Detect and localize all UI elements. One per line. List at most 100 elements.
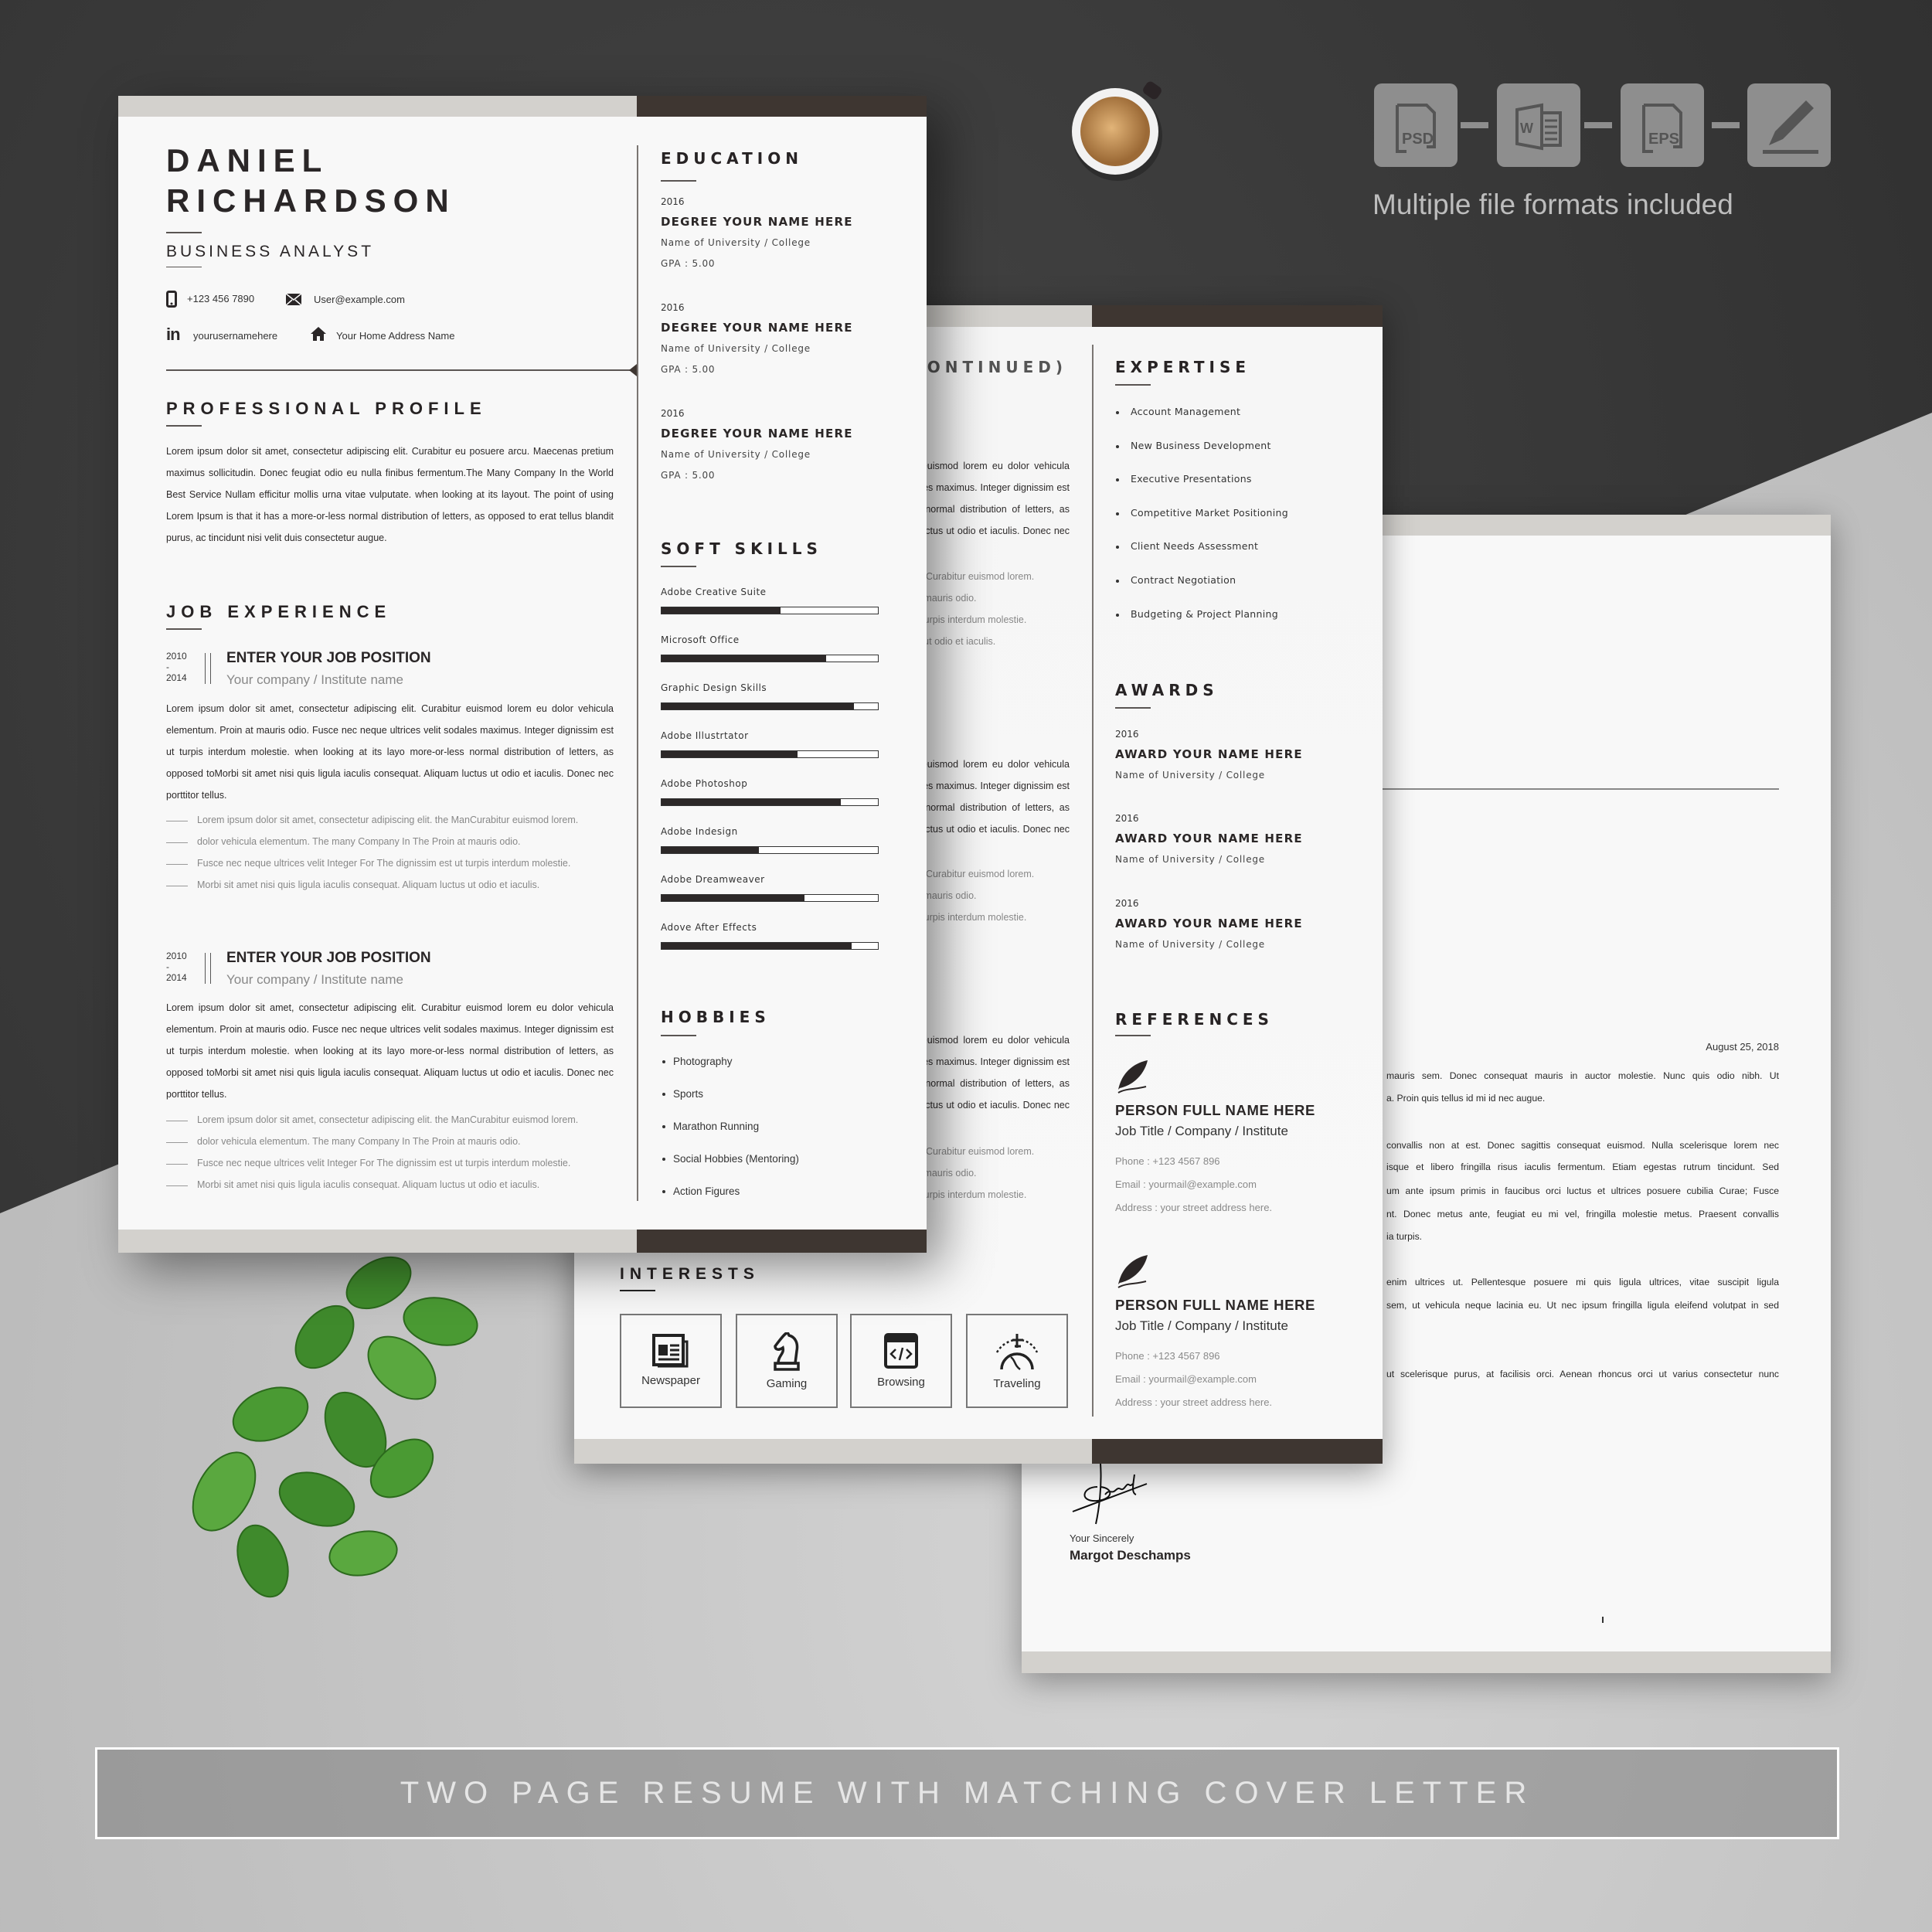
heading-underline xyxy=(620,1290,655,1291)
heading-underline xyxy=(1115,384,1151,386)
expertise-item: Executive Presentations xyxy=(1131,473,1252,485)
hobby-item: Sports xyxy=(673,1088,704,1100)
heading-underline xyxy=(1115,1035,1151,1036)
skill-bar xyxy=(661,607,879,614)
connector-dash xyxy=(1584,122,1612,128)
education-year: 2016 xyxy=(661,302,685,313)
reference-email: Email : yourmail@example.com xyxy=(1115,1373,1257,1385)
heading-underline xyxy=(661,566,696,567)
education-heading: EDUCATION xyxy=(661,149,803,168)
hobby-item: Marathon Running xyxy=(673,1121,760,1132)
skills-heading: SOFT SKILLS xyxy=(661,539,822,558)
heading-underline xyxy=(661,1035,696,1036)
job-dates: 2010-2014 xyxy=(166,651,187,683)
page-mark xyxy=(1602,1617,1604,1623)
bottom-band-light xyxy=(574,1439,1092,1464)
newspaper-icon xyxy=(652,1334,689,1368)
skill-bar-fill xyxy=(662,895,804,901)
education-gpa: GPA : 5.00 xyxy=(661,364,716,375)
hobby-item: Social Hobbies (Mentoring) xyxy=(673,1153,799,1165)
pen-edit-icon xyxy=(1747,83,1831,167)
reference-phone: Phone : +123 4567 896 xyxy=(1115,1155,1220,1167)
job-description: Lorem ipsum dolor sit amet, consectetur … xyxy=(166,1002,614,1100)
award-school: Name of University / College xyxy=(1115,939,1265,950)
skill-bar xyxy=(661,702,879,710)
interests-heading: INTERESTS xyxy=(620,1265,760,1283)
reference-email: Email : yourmail@example.com xyxy=(1115,1179,1257,1190)
job-description: Lorem ipsum dolor sit amet, consectetur … xyxy=(166,703,614,801)
award-year: 2016 xyxy=(1115,898,1139,909)
education-gpa: GPA : 5.00 xyxy=(661,258,716,269)
interest-label: Browsing xyxy=(877,1376,925,1389)
browser-code-icon xyxy=(884,1333,918,1369)
job-separator xyxy=(205,953,211,984)
bottom-band-dark xyxy=(1092,1439,1383,1464)
skill-name: Adobe Creative Suite xyxy=(661,587,767,597)
column-divider xyxy=(1092,345,1094,1417)
skill-bar-fill xyxy=(662,703,855,709)
skill-bar-fill xyxy=(662,607,781,614)
skill-bar xyxy=(661,655,879,662)
expertise-item: Competitive Market Positioning xyxy=(1131,507,1288,519)
job-company: Your company / Institute name xyxy=(226,672,404,687)
award-school: Name of University / College xyxy=(1115,854,1265,865)
hobbies-heading: HOBBIES xyxy=(661,1008,770,1026)
skill-bar xyxy=(661,846,879,854)
skill-name: Adobe Photoshop xyxy=(661,778,748,789)
letter-closing: Your Sincerely xyxy=(1070,1532,1134,1544)
reference-address: Address : your street address here. xyxy=(1115,1202,1273,1213)
job-bullet: Fusce nec neque ultrices velit Integer F… xyxy=(165,1158,571,1168)
skill-bar-fill xyxy=(662,799,842,805)
word-label: W xyxy=(1520,121,1533,136)
email-text: User@example.com xyxy=(314,294,405,305)
letter-line: isque et libero fringilla risus iaculis … xyxy=(1386,1162,1779,1172)
interest-newspaper: Newspaper xyxy=(620,1314,722,1408)
skill-bar xyxy=(661,798,879,806)
linkedin-icon: in xyxy=(166,325,181,344)
feather-quill-icon xyxy=(1117,1060,1148,1094)
job-separator xyxy=(205,653,211,684)
globe-plane-icon xyxy=(995,1334,1039,1370)
skill-bar xyxy=(661,894,879,902)
promo-banner: TWO PAGE RESUME WITH MATCHING COVER LETT… xyxy=(95,1747,1839,1839)
job-dates: 2010-2014 xyxy=(166,951,187,983)
letter-line: nt. Donec metus ante, feugiat eu mi vel,… xyxy=(1386,1209,1779,1219)
skill-bar-fill xyxy=(662,943,852,949)
expertise-item: Contract Negotiation xyxy=(1131,574,1236,586)
job-position: ENTER YOUR JOB POSITION xyxy=(226,650,431,666)
job-bullet: dolor vehicula elementum. The many Compa… xyxy=(166,836,521,847)
skill-bar-fill xyxy=(662,751,798,757)
profile-text: Lorem ipsum dolor sit amet, consectetur … xyxy=(166,446,614,543)
top-band-dark xyxy=(1092,305,1383,327)
award-name: AWARD YOUR NAME HERE xyxy=(1115,747,1303,761)
banner-text: TWO PAGE RESUME WITH MATCHING COVER LETT… xyxy=(400,1776,1535,1810)
skill-bar-fill xyxy=(662,847,759,853)
letter-line: ut scelerisque purus, at facilisis orci.… xyxy=(1386,1369,1779,1379)
job-bullet: Morbi sit amet nisi quis ligula iaculis … xyxy=(165,879,540,890)
bottom-band xyxy=(1022,1651,1831,1673)
formats-caption: Multiple file formats included xyxy=(1372,189,1733,220)
reference-address: Address : your street address here. xyxy=(1115,1396,1273,1408)
skill-bar xyxy=(661,942,879,950)
education-degree: DEGREE YOUR NAME HERE xyxy=(661,215,853,229)
interest-label: Gaming xyxy=(766,1377,808,1390)
heading-underline xyxy=(661,180,696,182)
eps-label: EPS xyxy=(1648,131,1679,148)
job-bullet: Lorem ipsum dolor sit amet, consectetur … xyxy=(165,1114,579,1125)
job-bullet: dolor vehicula elementum. The many Compa… xyxy=(166,1136,521,1147)
feather-quill-icon xyxy=(1117,1255,1148,1288)
award-year: 2016 xyxy=(1115,813,1139,824)
education-school: Name of University / College xyxy=(661,343,811,354)
education-gpa: GPA : 5.00 xyxy=(661,470,716,481)
interest-label: Newspaper xyxy=(641,1374,700,1387)
education-degree: DEGREE YOUR NAME HERE xyxy=(661,321,853,335)
letter-line: mauris sem. Donec consequat mauris in au… xyxy=(1386,1070,1779,1081)
letter-line: ia turpis. xyxy=(1386,1231,1423,1242)
skill-name: Adobe Indesign xyxy=(661,826,738,837)
hobby-item: Photography xyxy=(673,1056,733,1067)
plant-leaves-icon xyxy=(192,1256,478,1598)
resume-page-1: DANIEL RICHARDSON BUSINESS ANALYST +123 … xyxy=(118,96,927,1253)
expertise-item: Client Needs Assessment xyxy=(1131,540,1259,552)
job-position: ENTER YOUR JOB POSITION xyxy=(226,950,431,966)
eps-file-icon: EPS xyxy=(1621,83,1704,167)
